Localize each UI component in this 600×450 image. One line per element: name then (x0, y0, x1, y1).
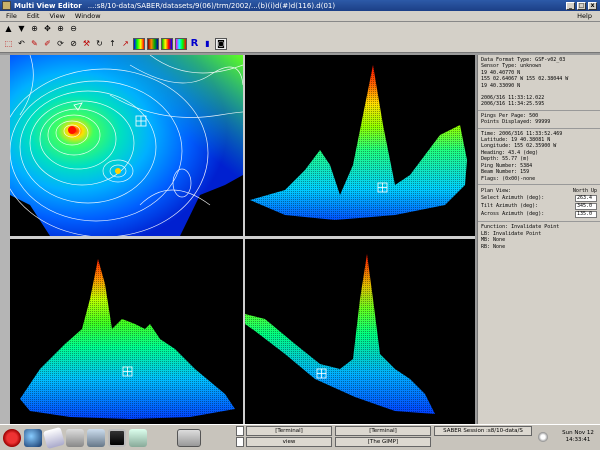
point-info-section: Time: 2006/316 11:33:52.469 Latitude: 19… (478, 129, 600, 185)
measure-icon[interactable]: ⊘ (68, 39, 79, 50)
globe-icon[interactable] (24, 428, 42, 447)
printer-icon[interactable] (66, 428, 84, 447)
zoom-in-icon[interactable]: ⊕ (55, 24, 66, 35)
plan-view-orientation[interactable]: North Up (573, 188, 597, 194)
3d-view-bottom-left[interactable] (10, 239, 243, 424)
window-path: ...:s8/10-data/SABER/datasets/9(06)/trm/… (87, 1, 336, 10)
task-empty-slot (434, 437, 532, 447)
redhat-menu-icon[interactable] (3, 428, 21, 447)
terminal-icon[interactable] (108, 428, 126, 447)
plan-view-contour[interactable] (10, 55, 243, 236)
up-arrow-icon[interactable]: ▲ (3, 24, 14, 35)
point-flags: Flags: (0x00)-none (481, 175, 536, 182)
file-info-section: Data Format Type: GSF-v02_03 Sensor Type… (478, 55, 600, 111)
app-icon (2, 1, 11, 10)
desktop-pager-icon[interactable] (177, 428, 201, 447)
toolbar-top: ▲ ▼ ⊕ ✥ ⊕ ⊖ (0, 22, 600, 36)
rotate-icon[interactable]: ⟳ (55, 39, 66, 50)
close-button[interactable]: x (588, 1, 597, 10)
tool-icon[interactable]: ⚒ (81, 39, 92, 50)
left-scroll-strip[interactable] (0, 55, 10, 424)
end-time: 2006/316 11:34:25.595 (481, 101, 545, 108)
arc-icon[interactable]: ↻ (94, 39, 105, 50)
color-map-2-icon[interactable] (147, 38, 159, 50)
select-azimuth-input[interactable]: 263.4 (575, 195, 597, 203)
north-arrow-icon[interactable]: ↑ (107, 39, 118, 50)
tilt-azimuth-input[interactable]: 345.0 (575, 203, 597, 211)
menu-bar: File Edit View Window Help (0, 11, 600, 22)
plan-view-section: Plan View: North Up Select Azimuth (deg)… (478, 185, 600, 223)
zoom-out-icon[interactable]: ⊖ (68, 24, 79, 35)
mail-icon[interactable] (42, 426, 66, 449)
task-checkbox-2[interactable] (236, 437, 244, 447)
menu-help[interactable]: Help (577, 12, 592, 20)
south-bound: 19 40.33090 N (481, 82, 521, 89)
color-map-1-icon[interactable] (133, 38, 145, 50)
menu-edit[interactable]: Edit (27, 12, 40, 20)
down-arrow-icon[interactable]: ▼ (16, 24, 27, 35)
horizontal-split-divider[interactable] (10, 236, 475, 239)
menu-view[interactable]: View (49, 12, 64, 20)
bar-chart-icon[interactable]: ▮ (202, 39, 213, 50)
window-titlebar[interactable]: Multi View Editor ...:s8/10-data/SABER/d… (0, 0, 600, 11)
task-saber-session[interactable]: SABER Session :s8/10-data/S (434, 426, 532, 436)
3d-view-bottom-right[interactable] (245, 239, 475, 424)
across-azimuth-label: Across Azimuth (deg): (481, 211, 545, 218)
maximize-button[interactable]: □ (577, 1, 586, 10)
right-button-function: RB: None (481, 243, 506, 250)
settings-icon[interactable] (129, 428, 147, 447)
plan-view-title: Plan View: (481, 187, 512, 194)
draw-icon[interactable]: ✎ (29, 39, 40, 50)
edit-icon[interactable]: ✐ (42, 39, 53, 50)
color-map-4-icon[interactable] (175, 38, 187, 50)
vertical-split-divider[interactable] (243, 55, 245, 424)
minimize-button[interactable]: _ (566, 1, 575, 10)
camera-icon[interactable]: ◙ (215, 38, 227, 50)
file-manager-icon[interactable] (87, 428, 105, 447)
pointer-icon[interactable]: ↗ (120, 39, 131, 50)
pan-icon[interactable]: ✥ (42, 24, 53, 35)
color-map-3-icon[interactable] (161, 38, 173, 50)
task-terminal-1[interactable]: [Terminal] (246, 426, 332, 436)
toolbar-tools: ⬚ ↶ ✎ ✐ ⟳ ⊘ ⚒ ↻ ↑ ↗ R ▮ ◙ (0, 36, 600, 53)
letter-r-icon[interactable]: R (189, 39, 200, 50)
window-title: Multi View Editor (14, 1, 82, 10)
menu-window[interactable]: Window (75, 12, 101, 20)
ping-info-section: Pings Per Page: 500 Points Displayed: 99… (478, 111, 600, 129)
task-terminal-2[interactable]: [Terminal] (335, 426, 431, 436)
task-gimp[interactable]: [The GIMP] (335, 437, 431, 447)
task-checkbox-1[interactable] (236, 426, 244, 436)
task-view[interactable]: view (246, 437, 332, 447)
clock[interactable]: Sun Nov 12 14:33:41 (558, 430, 598, 444)
function-section: Function: Invalidate Point LB: Invalidat… (478, 222, 600, 252)
tilt-azimuth-label: Tilt Azimuth (deg): (481, 203, 539, 210)
info-panel: Data Format Type: GSF-v02_03 Sensor Type… (477, 55, 600, 424)
undo-icon[interactable]: ↶ (16, 39, 27, 50)
3d-view-top-right[interactable] (245, 55, 475, 236)
zoom-icon[interactable]: ⊕ (29, 24, 40, 35)
across-azimuth-input[interactable]: 135.0 (575, 211, 597, 219)
points-displayed: Points Displayed: 99999 (481, 119, 551, 126)
select-azimuth-label: Select Azimuth (deg): (481, 195, 545, 202)
clock-time: 14:33:41 (565, 437, 591, 443)
menu-file[interactable]: File (6, 12, 17, 20)
select-icon[interactable]: ⬚ (3, 39, 14, 50)
clock-date: Sun Nov 12 (562, 430, 594, 436)
network-status-icon[interactable] (538, 432, 548, 442)
